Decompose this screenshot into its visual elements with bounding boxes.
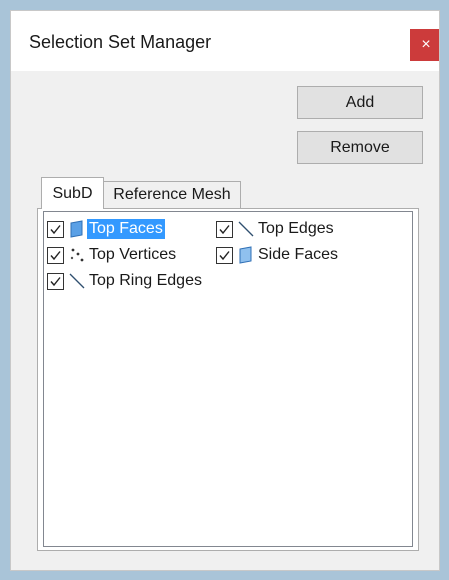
add-button[interactable]: Add: [297, 86, 423, 119]
tab-subd[interactable]: SubD: [41, 177, 104, 209]
remove-button[interactable]: Remove: [297, 131, 423, 164]
checkbox-top-vertices[interactable]: [47, 246, 64, 264]
tab-panel-subd: Top Faces Top Edges Top Vertices Side Fa…: [37, 208, 419, 551]
edge-icon: [67, 271, 87, 291]
list-item-label: Top Faces: [87, 219, 165, 239]
list-item-top-faces[interactable]: Top Faces: [47, 218, 165, 240]
tab-reference-mesh[interactable]: Reference Mesh: [104, 181, 241, 208]
selection-set-manager-window: Selection Set Manager × Add Remove SubD …: [10, 10, 440, 571]
list-item-top-ring-edges[interactable]: Top Ring Edges: [47, 270, 204, 292]
face-icon: [236, 245, 256, 265]
close-icon: ×: [421, 36, 431, 53]
checkbox-top-ring-edges[interactable]: [47, 272, 64, 290]
selection-set-list[interactable]: Top Faces Top Edges Top Vertices Side Fa…: [43, 211, 413, 547]
checkmark-icon: [50, 250, 61, 260]
checkmark-icon: [219, 224, 230, 234]
list-item-label: Top Vertices: [89, 246, 177, 263]
checkmark-icon: [219, 250, 230, 260]
checkmark-icon: [50, 276, 61, 286]
checkbox-side-faces[interactable]: [216, 246, 233, 264]
list-item-top-edges[interactable]: Top Edges: [216, 218, 336, 240]
checkmark-icon: [50, 224, 61, 234]
list-item-label: Top Ring Edges: [89, 272, 202, 289]
edge-icon: [236, 219, 256, 239]
vertices-icon: [67, 245, 87, 265]
window-title: Selection Set Manager: [29, 32, 212, 52]
list-item-side-faces[interactable]: Side Faces: [216, 244, 340, 266]
list-item-label: Top Edges: [258, 220, 334, 237]
checkbox-top-faces[interactable]: [47, 220, 64, 238]
face-icon: [67, 219, 87, 239]
list-item-label: Side Faces: [258, 246, 339, 263]
close-button[interactable]: ×: [410, 29, 439, 61]
checkbox-top-edges[interactable]: [216, 220, 233, 238]
title-bar[interactable]: Selection Set Manager ×: [11, 11, 439, 71]
list-item-top-vertices[interactable]: Top Vertices: [47, 244, 178, 266]
